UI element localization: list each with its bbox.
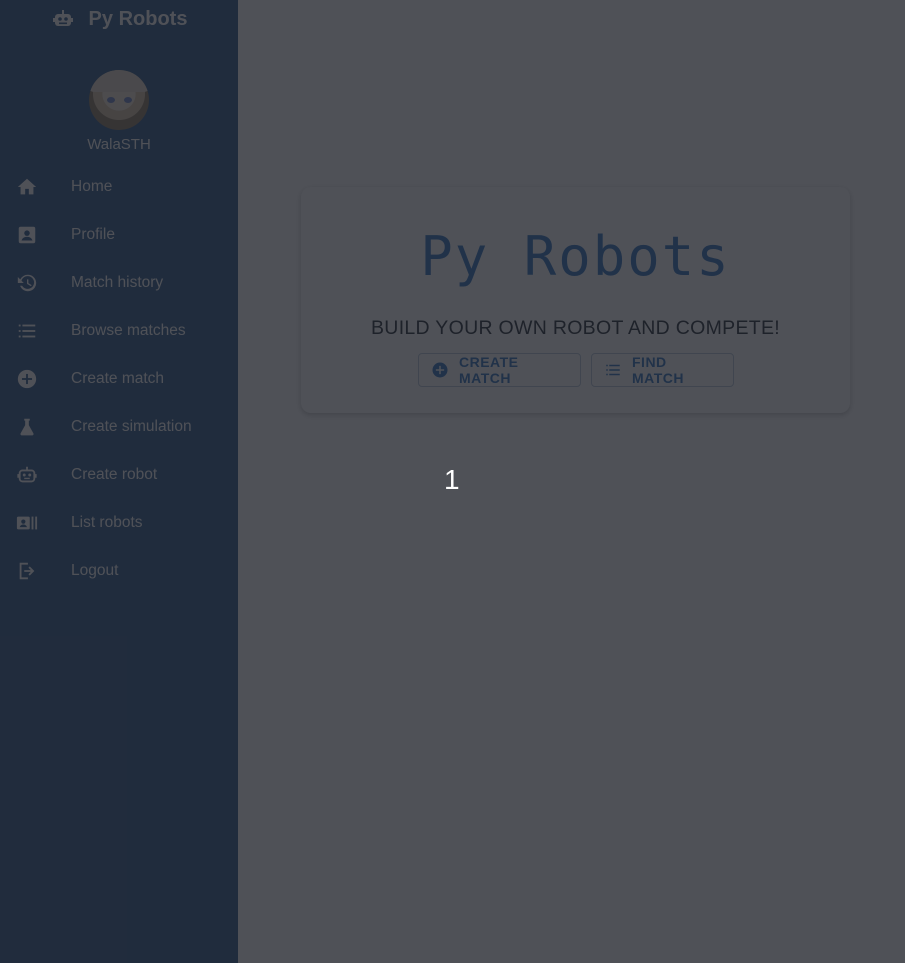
brand-title: Py Robots	[88, 7, 188, 30]
sidebar-item-label: Home	[71, 178, 113, 195]
find-match-label: FIND MATCH	[632, 354, 685, 386]
badge-list-icon	[16, 512, 38, 534]
create-match-button[interactable]: CREATE MATCH	[418, 353, 581, 387]
sidebar-item-browse-matches[interactable]: Browse matches	[0, 307, 238, 355]
hero-card: Py Robots BUILD YOUR OWN ROBOT AND COMPE…	[301, 187, 850, 413]
sidebar-item-match-history[interactable]: Match history	[0, 259, 238, 307]
sidebar-item-label: Logout	[71, 562, 119, 579]
sidebar-item-label: Match history	[71, 274, 164, 291]
sidebar-item-label: Browse matches	[71, 322, 186, 339]
hero-subtitle: BUILD YOUR OWN ROBOT AND COMPETE!	[371, 317, 780, 339]
main-content: Py Robots BUILD YOUR OWN ROBOT AND COMPE…	[238, 0, 905, 963]
username: WalaSTH	[87, 136, 151, 153]
brand[interactable]: Py Robots	[0, 0, 238, 38]
list-icon	[16, 320, 38, 342]
create-match-label: CREATE MATCH	[459, 354, 519, 386]
robot-icon	[16, 464, 38, 486]
sidebar-item-label: List robots	[71, 514, 143, 531]
flask-icon	[16, 416, 38, 438]
sidebar-item-label: Create robot	[71, 466, 158, 483]
sidebar-item-profile[interactable]: Profile	[0, 211, 238, 259]
profile-icon	[16, 224, 38, 246]
page-number: 1	[444, 464, 460, 495]
add-circle-icon	[16, 368, 38, 390]
hero-title: Py Robots	[420, 225, 731, 288]
add-circle-icon	[431, 361, 449, 379]
sidebar-item-logout[interactable]: Logout	[0, 547, 238, 595]
sidebar-nav: Home Profile Match history Browse matche…	[0, 163, 238, 595]
avatar[interactable]	[89, 70, 149, 130]
sidebar-item-label: Create match	[71, 370, 165, 387]
user-panel: WalaSTH	[0, 70, 238, 153]
find-match-button[interactable]: FIND MATCH	[591, 353, 734, 387]
sidebar-item-home[interactable]: Home	[0, 163, 238, 211]
sidebar-item-label: Profile	[71, 226, 115, 243]
sidebar-item-label: Create simulation	[71, 418, 192, 435]
sidebar-item-list-robots[interactable]: List robots	[0, 499, 238, 547]
robot-icon	[51, 7, 75, 31]
logout-icon	[16, 560, 38, 582]
sidebar-item-create-simulation[interactable]: Create simulation	[0, 403, 238, 451]
home-icon	[16, 176, 38, 198]
sidebar: Py Robots WalaSTH Home Profile Match his…	[0, 0, 238, 963]
list-icon	[604, 361, 622, 379]
sidebar-item-create-match[interactable]: Create match	[0, 355, 238, 403]
sidebar-item-create-robot[interactable]: Create robot	[0, 451, 238, 499]
hero-actions: CREATE MATCH FIND MATCH	[418, 353, 734, 387]
history-icon	[16, 272, 38, 294]
